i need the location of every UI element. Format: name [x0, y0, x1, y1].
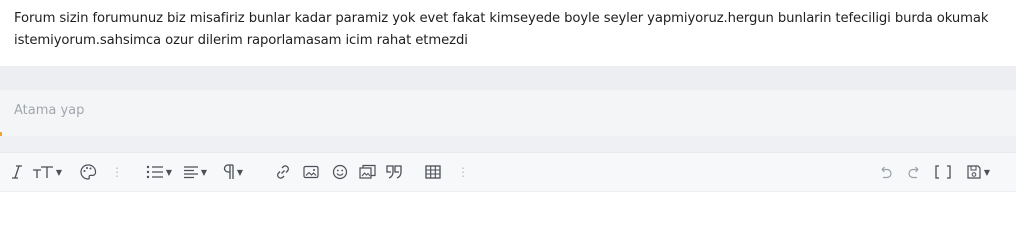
image-icon[interactable]: [301, 162, 321, 182]
more-vertical-icon[interactable]: ⋮: [111, 164, 123, 180]
quote-icon[interactable]: [385, 162, 405, 182]
editor-content-area[interactable]: [0, 192, 1016, 251]
align-icon[interactable]: ▼: [180, 162, 210, 182]
more-vertical-icon[interactable]: ⋮: [457, 164, 469, 180]
save-draft-icon[interactable]: ▼: [963, 162, 993, 182]
chevron-down-icon: ▼: [200, 167, 208, 177]
italic-icon[interactable]: [10, 162, 24, 182]
bbcode-icon[interactable]: [932, 162, 954, 182]
divider-bar: [0, 66, 1016, 90]
smiley-icon[interactable]: [330, 162, 350, 182]
list-icon[interactable]: ▼: [144, 162, 174, 182]
chevron-down-icon: ▼: [236, 167, 244, 177]
assign-field[interactable]: Atama yap: [0, 90, 1016, 136]
chevron-down-icon: ▼: [55, 167, 63, 177]
redo-icon[interactable]: [904, 162, 924, 182]
paragraph-icon[interactable]: ▼: [218, 162, 248, 182]
chevron-down-icon: ▼: [983, 167, 991, 177]
link-icon[interactable]: [273, 162, 293, 182]
undo-icon[interactable]: [876, 162, 896, 182]
media-icon[interactable]: [358, 162, 378, 182]
post-text: Forum sizin forumunuz biz misafiriz bunl…: [14, 11, 989, 48]
palette-icon[interactable]: [78, 162, 98, 182]
focus-accent: [0, 132, 2, 136]
chevron-down-icon: ▼: [165, 167, 173, 177]
text-size-icon[interactable]: ▼: [30, 162, 64, 182]
assign-placeholder: Atama yap: [14, 103, 85, 118]
post-message: Forum sizin forumunuz biz misafiriz bunl…: [0, 0, 1016, 67]
editor-toolbar: ▼ ⋮ ▼ ▼ ▼ ⋮ ▼: [0, 153, 1016, 192]
table-icon[interactable]: [423, 162, 443, 182]
rich-text-editor: ▼ ⋮ ▼ ▼ ▼ ⋮ ▼: [0, 152, 1016, 251]
